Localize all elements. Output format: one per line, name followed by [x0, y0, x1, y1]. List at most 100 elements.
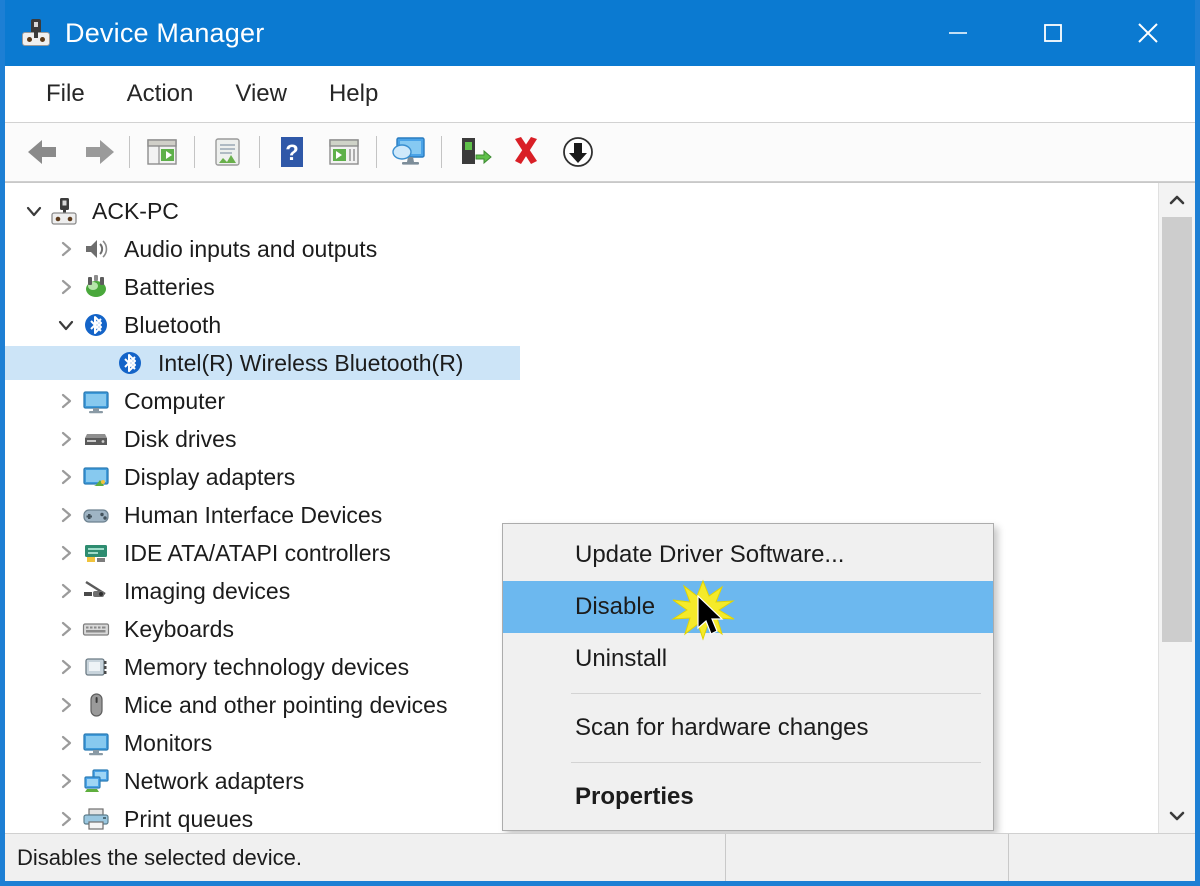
vertical-scrollbar[interactable]	[1158, 183, 1195, 833]
ctx-separator-1	[571, 693, 981, 694]
tree-row-computer[interactable]: Computer	[5, 382, 1158, 420]
show-hide-console-tree-button[interactable]	[136, 129, 188, 175]
help-button[interactable]: ?	[266, 129, 318, 175]
expander-collapsed-icon[interactable]	[51, 429, 81, 449]
speaker-icon	[81, 234, 111, 264]
devices-by-type-button[interactable]	[318, 129, 370, 175]
tree-item-label: Memory technology devices	[124, 653, 410, 680]
tree-item-label: Monitors	[124, 729, 213, 756]
status-bar: Disables the selected device.	[5, 833, 1195, 881]
memory-device-icon	[81, 652, 111, 682]
menu-help[interactable]: Help	[308, 76, 399, 112]
toolbar-separator-5	[441, 136, 442, 168]
properties-icon	[215, 138, 240, 166]
tree-item-label: Computer	[124, 387, 225, 414]
expander-collapsed-icon[interactable]	[51, 657, 81, 677]
menu-bar: File Action View Help	[5, 66, 1195, 123]
tree-item-label: IDE ATA/ATAPI controllers	[124, 539, 391, 566]
expander-collapsed-icon[interactable]	[51, 809, 81, 829]
tree-row-disk-drives[interactable]: Disk drives	[5, 420, 1158, 458]
ctx-scan-for-hardware-changes[interactable]: Scan for hardware changes	[503, 702, 993, 754]
console-tree-icon	[147, 139, 177, 165]
battery-icon	[81, 272, 111, 302]
status-pane-3	[1008, 834, 1195, 881]
bluetooth-icon	[115, 348, 145, 378]
tree-row-audio-inputs-and-outputs[interactable]: Audio inputs and outputs	[5, 230, 1158, 268]
expander-collapsed-icon[interactable]	[51, 467, 81, 487]
scroll-up-arrow-icon[interactable]	[1159, 183, 1195, 217]
tree-item-label: Keyboards	[124, 615, 234, 642]
expander-collapsed-icon[interactable]	[51, 391, 81, 411]
bluetooth-icon	[81, 310, 111, 340]
scan-hardware-icon	[392, 137, 425, 165]
window-controls	[910, 0, 1195, 66]
computer-chip-icon	[49, 196, 79, 226]
expander-expanded-icon[interactable]	[19, 201, 49, 221]
tree-row-batteries[interactable]: Batteries	[5, 268, 1158, 306]
tree-row-root[interactable]: ACK-PC	[5, 192, 1158, 230]
ctx-update-driver-software[interactable]: Update Driver Software...	[503, 529, 993, 581]
network-adapter-icon	[81, 766, 111, 796]
menu-view[interactable]: View	[214, 76, 308, 112]
menu-action[interactable]: Action	[106, 76, 215, 112]
window-title: Device Manager	[65, 17, 265, 48]
ide-controller-icon	[81, 538, 111, 568]
title-bar: Device Manager	[5, 0, 1195, 66]
forward-arrow-icon	[86, 140, 114, 164]
close-button[interactable]	[1100, 0, 1195, 66]
tree-item-label: Human Interface Devices	[124, 501, 383, 528]
uninstall-button[interactable]	[500, 129, 552, 175]
keyboard-icon	[81, 614, 111, 644]
expander-collapsed-icon[interactable]	[51, 771, 81, 791]
toolbar-separator-4	[376, 136, 377, 168]
maximize-button[interactable]	[1005, 0, 1100, 66]
toolbar-separator-1	[129, 136, 130, 168]
expander-collapsed-icon[interactable]	[51, 695, 81, 715]
minimize-button[interactable]	[910, 0, 1005, 66]
expander-collapsed-icon[interactable]	[51, 543, 81, 563]
scroll-thumb[interactable]	[1162, 217, 1192, 642]
toolbar-separator-2	[194, 136, 195, 168]
expander-collapsed-icon[interactable]	[51, 505, 81, 525]
tree-item-label: Network adapters	[124, 767, 305, 794]
context-menu[interactable]: Update Driver Software... Disable Uninst…	[502, 523, 994, 831]
printer-icon	[81, 804, 111, 833]
scan-for-hardware-changes-button[interactable]	[383, 129, 435, 175]
expander-collapsed-icon[interactable]	[51, 619, 81, 639]
tree-item-label: Bluetooth	[124, 311, 222, 338]
ctx-disable[interactable]: Disable	[503, 581, 993, 633]
monitor-icon	[81, 386, 111, 416]
expander-collapsed-icon[interactable]	[51, 277, 81, 297]
menu-file[interactable]: File	[25, 76, 106, 112]
scroll-down-arrow-icon[interactable]	[1159, 799, 1195, 833]
back-button[interactable]	[19, 129, 71, 175]
screen: Device Manager File Action View Help ? A…	[0, 0, 1200, 886]
tree-item-label: Imaging devices	[124, 577, 291, 604]
toolbar-separator-3	[259, 136, 260, 168]
update-driver-button[interactable]	[448, 129, 500, 175]
close-icon	[1137, 23, 1158, 43]
hid-icon	[81, 500, 111, 530]
expander-expanded-icon[interactable]	[51, 315, 81, 335]
red-x-icon	[515, 137, 537, 164]
imaging-device-icon	[81, 576, 111, 606]
device-manager-window: Device Manager File Action View Help ? A…	[0, 0, 1200, 886]
expander-collapsed-icon[interactable]	[51, 581, 81, 601]
tree-item-label-selected: Intel(R) Wireless Bluetooth(R)	[158, 349, 464, 376]
update-driver-icon	[462, 138, 492, 165]
tree-row-intel-wireless-bluetooth[interactable]: Intel(R) Wireless Bluetooth(R)	[5, 344, 1158, 382]
display-adapter-icon	[81, 462, 111, 492]
expander-collapsed-icon[interactable]	[51, 733, 81, 753]
tree-row-display-adapters[interactable]: Display adapters	[5, 458, 1158, 496]
forward-button[interactable]	[71, 129, 123, 175]
ctx-properties[interactable]: Properties	[503, 771, 993, 823]
ctx-uninstall[interactable]: Uninstall	[503, 633, 993, 685]
disk-drive-icon	[81, 424, 111, 454]
tree-row-bluetooth[interactable]: Bluetooth	[5, 306, 1158, 344]
back-arrow-icon	[28, 140, 56, 164]
tree-item-label: Mice and other pointing devices	[124, 691, 448, 718]
properties-button[interactable]	[201, 129, 253, 175]
title-bar-left: Device Manager	[5, 18, 264, 49]
disable-button[interactable]	[552, 129, 604, 175]
expander-collapsed-icon[interactable]	[51, 239, 81, 259]
